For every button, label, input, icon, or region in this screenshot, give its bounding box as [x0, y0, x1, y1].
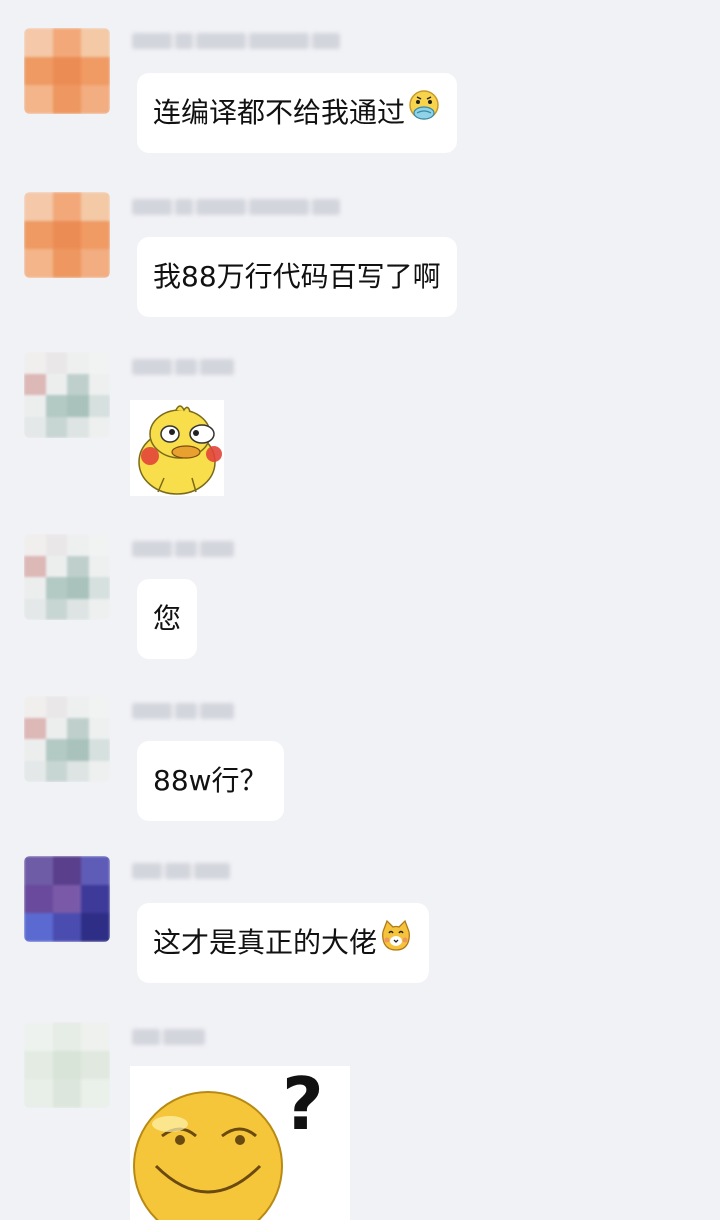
avatar[interactable] [24, 1022, 110, 1108]
message-bubble[interactable]: 连编译都不给我通过 [137, 73, 458, 154]
message-text: 我88万行代码百写了啊 [153, 260, 441, 293]
message-bubble[interactable]: 您 [137, 579, 198, 659]
avatar[interactable] [24, 352, 110, 438]
message-text: 这才是真正的大佬 [153, 926, 378, 959]
sender-name [132, 196, 340, 218]
message-text: 连编译都不给我通过 [153, 96, 406, 129]
sender-name [132, 30, 340, 52]
smiling-face-question-sticker[interactable]: ? [130, 1066, 350, 1220]
avatar[interactable] [24, 696, 110, 782]
sender-name [132, 1026, 205, 1048]
message-bubble[interactable]: 这才是真正的大佬 [137, 903, 430, 984]
message-text: 您 [153, 602, 182, 635]
avatar[interactable] [24, 28, 110, 114]
message-text: 88w行？ [153, 764, 268, 797]
sick-face-emoji-icon [407, 74, 441, 154]
sender-name [132, 700, 234, 722]
sticker-question-mark: ? [282, 1066, 324, 1146]
chat-screen: { "messages": [ { "text": "连编译都不给我通过", "… [0, 0, 720, 1220]
sender-name [132, 538, 234, 560]
yellow-duck-sticker[interactable] [130, 400, 224, 500]
message-bubble[interactable]: 我88万行代码百写了啊 [137, 237, 457, 317]
cat-face-emoji-icon [379, 904, 413, 984]
avatar[interactable] [24, 192, 110, 278]
sender-name [132, 860, 230, 882]
sender-name [132, 356, 234, 378]
message-bubble[interactable]: 88w行？ [137, 741, 284, 821]
avatar[interactable] [24, 856, 110, 942]
avatar[interactable] [24, 534, 110, 620]
